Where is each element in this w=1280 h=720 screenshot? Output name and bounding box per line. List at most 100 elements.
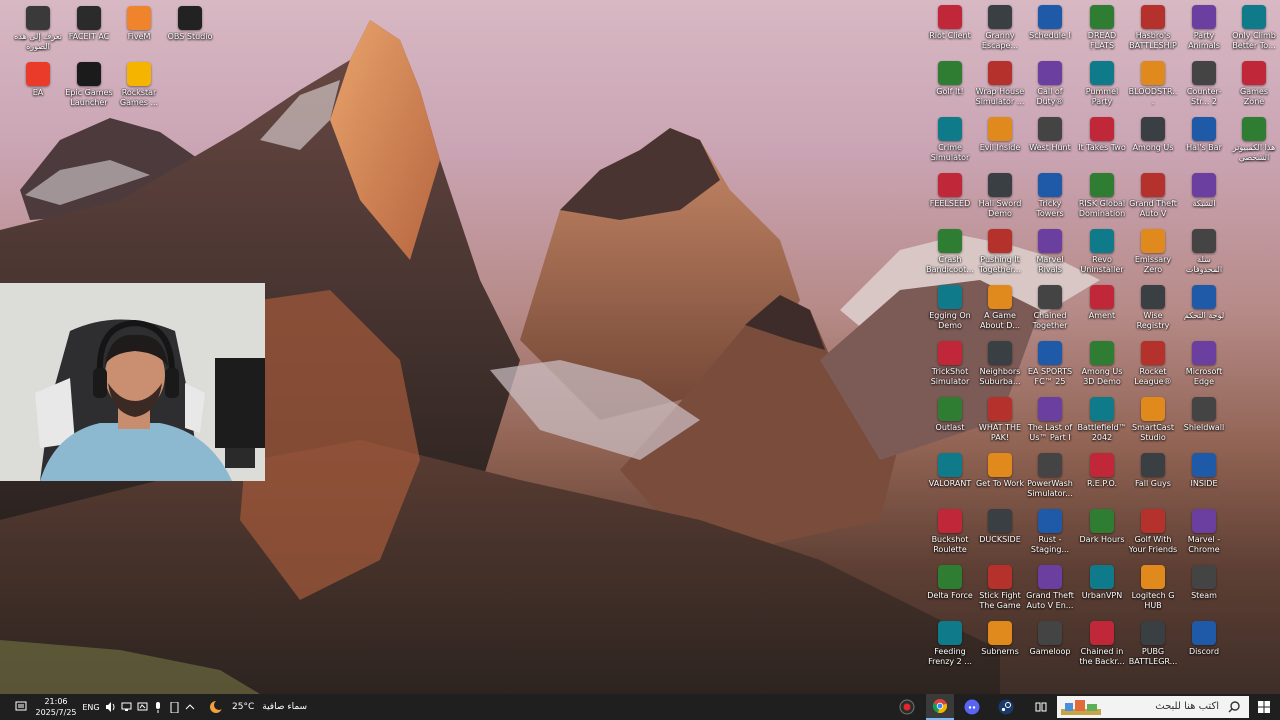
desktop-icon-r1-c1[interactable]: Wrap House Simulator ... [975,61,1025,107]
desktop-icon-r9-c5[interactable]: Marvel - Chrome [1179,509,1229,555]
desktop-icon-r11-c4[interactable]: PUBG BATTLEGR... [1128,621,1178,667]
desktop-icon-r4-c2[interactable]: Marvel Rivals [1025,229,1075,275]
desktop-icon-r3-c1[interactable]: Hali Sword Demo [975,173,1025,219]
display-icon[interactable] [134,694,150,720]
desktop-icon-r1-c4[interactable]: BLOODSTR... [1128,61,1178,107]
desktop-icon-r6-c1[interactable]: Neighbors Suburba... [975,341,1025,387]
desktop-icon-r2-c3[interactable]: It Takes Two [1077,117,1127,153]
desktop-icon-r10-c0[interactable]: Delta Force [925,565,975,601]
desktop-icon-r2-c2[interactable]: West Hunt [1025,117,1075,153]
volume-icon[interactable] [102,694,118,720]
desktop-icon-r6-c0[interactable]: TrickShot Simulator [925,341,975,387]
desktop-icon-r3-c2[interactable]: Tricky Towers [1025,173,1075,219]
task-view-icon[interactable] [1030,694,1052,720]
network-icon[interactable] [118,694,134,720]
desktop-icon-r9-c2[interactable]: Rust - Staging... [1025,509,1075,555]
desktop-icon-r8-c2[interactable]: PowerWash Simulator... [1025,453,1075,499]
desktop-icon-r8-c5[interactable]: INSIDE [1179,453,1229,489]
app-icon [988,565,1012,589]
desktop-icon-left-6[interactable]: Rockstar Games ... [114,62,164,108]
taskbar-discord-icon[interactable] [960,694,984,720]
desktop-icon-r9-c0[interactable]: Buckshot Roulette [925,509,975,555]
microphone-icon[interactable] [150,694,166,720]
desktop-icon-left-1[interactable]: FACEIT AC [64,6,114,42]
desktop-icon-r8-c3[interactable]: R.E.P.O. [1077,453,1127,489]
desktop-icon-r7-c1[interactable]: WHAT THE PAK! [975,397,1025,443]
taskbar-steam-icon[interactable] [994,694,1018,720]
desktop-icon-r3-c4[interactable]: Grand Theft Auto V [1128,173,1178,219]
desktop-icon-r0-c5[interactable]: Party Animals [1179,5,1229,51]
desktop-icon-r2-c0[interactable]: Crime Simulator [925,117,975,163]
desktop-icon-r4-c3[interactable]: Revo Uninstaller [1077,229,1127,275]
desktop-icon-r1-c3[interactable]: Pummel Party [1077,61,1127,107]
desktop-icon-r9-c4[interactable]: Golf With Your Friends [1128,509,1178,555]
desktop-icon-r10-c4[interactable]: Logitech G HUB [1128,565,1178,611]
desktop-icon-r11-c2[interactable]: Gameloop [1025,621,1075,657]
desktop-icon-r5-c0[interactable]: Egging On Demo [925,285,975,331]
desktop-icon-r1-c2[interactable]: Call of Duty® [1025,61,1075,107]
desktop-icon-r4-c0[interactable]: Crash Bandicoot... [925,229,975,275]
desktop-icon-r7-c3[interactable]: Battlefield™ 2042 [1077,397,1127,443]
desktop-icon-r1-c0[interactable]: Golf It! [925,61,975,97]
desktop-icon-r0-c0[interactable]: Riot Client [925,5,975,41]
desktop-icon-r9-c3[interactable]: Dark Hours [1077,509,1127,545]
desktop-icon-r6-c5[interactable]: Microsoft Edge [1179,341,1229,387]
desktop-icon-r10-c1[interactable]: Stick Fight The Game [975,565,1025,611]
desktop-icon-r7-c4[interactable]: SmartCast Studio [1128,397,1178,443]
desktop-icon-r7-c0[interactable]: Outlast [925,397,975,433]
desktop-icon-r4-c4[interactable]: Emissary Zero [1128,229,1178,275]
desktop-icon-r5-c2[interactable]: Chained Together [1025,285,1075,331]
desktop-icon-r1-c6[interactable]: Games Zone [1229,61,1279,107]
desktop-icon-r6-c3[interactable]: Among Us 3D Demo [1077,341,1127,387]
desktop-icon-r0-c6[interactable]: Only Climb Better To... [1229,5,1279,51]
desktop-icon-r2-c6[interactable]: هذا الكمبيوتر الشخصي [1229,117,1279,163]
desktop-icon-r11-c3[interactable]: Chained in the Backr... [1077,621,1127,667]
desktop-icon-r2-c5[interactable]: Hal's Bar [1179,117,1229,153]
desktop-icon-r9-c1[interactable]: DUCKSIDE [975,509,1025,545]
desktop-icon-r1-c5[interactable]: Counter-Str... 2 [1179,61,1229,107]
desktop-icon-r5-c5[interactable]: لوحة التحكم [1179,285,1229,321]
desktop-icon-r8-c0[interactable]: VALORANT [925,453,975,489]
desktop-icon-r10-c3[interactable]: UrbanVPN [1077,565,1127,601]
desktop-icon-left-3[interactable]: OBS Studio [165,6,215,42]
desktop-icon-r5-c4[interactable]: Wise Registry Cleaner [1128,285,1178,331]
desktop-icon-r6-c2[interactable]: EA SPORTS FC™ 25 [1025,341,1075,387]
device-icon[interactable] [166,694,182,720]
desktop-icon-r5-c1[interactable]: A Game About D... [975,285,1025,331]
start-button[interactable] [1252,694,1276,720]
desktop-icon-r2-c1[interactable]: Evil Inside [975,117,1025,153]
notification-icon[interactable] [10,694,32,720]
desktop-icon-r7-c5[interactable]: Shieldwall [1179,397,1229,433]
desktop-icon-r0-c1[interactable]: Granny Escape... [975,5,1025,51]
desktop-icon-r5-c3[interactable]: Ament [1077,285,1127,321]
desktop-icon-r8-c4[interactable]: Fall Guys [1128,453,1178,489]
desktop-icon-r3-c5[interactable]: الشبكة [1179,173,1229,209]
desktop-icon-left-0[interactable]: تعرف إلى هذه الصورة [13,6,63,52]
search-box[interactable]: اكتب هنا للبحث [1057,696,1249,718]
desktop-icon-r0-c2[interactable]: Schedule I [1025,5,1075,41]
desktop-icon-r11-c0[interactable]: Feeding Frenzy 2 ... [925,621,975,667]
desktop-icon-r7-c2[interactable]: The Last of Us™ Part I [1025,397,1075,443]
desktop-icon-r0-c3[interactable]: DREAD FLATS Demo [1077,5,1127,51]
desktop-icon-left-5[interactable]: Epic Games Launcher [64,62,114,108]
desktop-icon-r0-c4[interactable]: Hasbro's BATTLESHIP [1128,5,1178,51]
desktop-icon-r4-c5[interactable]: سلة المحذوفات [1179,229,1229,275]
desktop-icon-left-4[interactable]: EA [13,62,63,98]
desktop-icon-r11-c5[interactable]: Discord [1179,621,1229,657]
desktop-icon-r3-c3[interactable]: RISK Global Domination [1077,173,1127,219]
taskbar-chrome-icon[interactable] [926,694,954,720]
chevron-up-icon[interactable] [182,694,198,720]
desktop-icon-r11-c1[interactable]: Subnerns [975,621,1025,657]
language-indicator[interactable]: ENG [80,694,102,720]
desktop-icon-r8-c1[interactable]: Get To Work [975,453,1025,489]
desktop-icon-r10-c5[interactable]: Steam [1179,565,1229,601]
clock[interactable]: 21:06 2025/7/25 [34,694,78,720]
desktop-icon-r4-c1[interactable]: Pushing It Together... [975,229,1025,275]
desktop-icon-left-2[interactable]: FiveM [114,6,164,42]
desktop-icon-r10-c2[interactable]: Grand Theft Auto V En... [1025,565,1075,611]
desktop-icon-r6-c4[interactable]: Rocket League® [1128,341,1178,387]
weather-widget[interactable]: 25°C سماء صافية [208,694,308,720]
desktop-icon-r3-c0[interactable]: FEELSEED [925,173,975,209]
desktop-icon-r2-c4[interactable]: Among Us [1128,117,1178,153]
taskbar-app-recording-icon[interactable] [896,694,918,720]
